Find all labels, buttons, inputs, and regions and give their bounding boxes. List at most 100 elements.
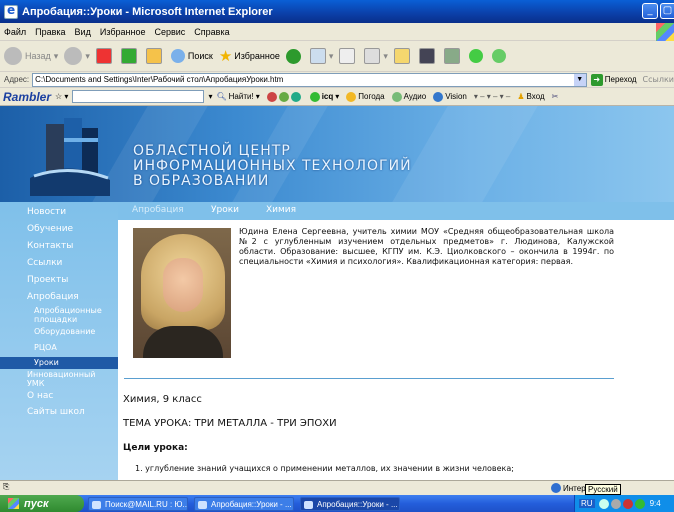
home-button[interactable]	[145, 48, 165, 64]
folder-button[interactable]	[393, 48, 413, 64]
standard-toolbar: Назад ▾ ▾ Поиск ★ Избранное ▾ ▾	[0, 41, 674, 72]
site-title-line: В ОБРАЗОВАНИИ	[133, 173, 270, 189]
breadcrumb-lessons[interactable]: Уроки	[211, 205, 239, 215]
menu-favorites[interactable]: Избранное	[100, 27, 146, 37]
edit-icon	[364, 48, 381, 64]
rambler-extras[interactable]: ▾ – ▾ – ▾ –	[474, 92, 511, 101]
media-button[interactable]	[285, 48, 304, 64]
sidebar-item-innovative-umk[interactable]: Инновационный УМК	[0, 370, 112, 388]
mail-icon	[309, 48, 326, 64]
icq-flower-button[interactable]	[468, 49, 486, 63]
audio-label: Аудио	[403, 92, 427, 101]
sidebar-item-approbation-sites[interactable]: Апробационные площадки	[0, 306, 112, 324]
antivirus-icon[interactable]	[622, 498, 633, 509]
start-button[interactable]: пуск	[0, 495, 84, 512]
user-icon: ♟	[517, 92, 525, 101]
messenger-icon	[418, 48, 435, 64]
sidebar-item-news[interactable]: Новости	[0, 207, 118, 217]
sidebar-item-school-sites[interactable]: Сайты школ	[0, 407, 118, 417]
teacher-photo	[133, 228, 231, 358]
vision-icon	[433, 91, 444, 102]
refresh-icon	[120, 48, 137, 64]
rambler-find-button[interactable]: 🔍︎ Найти! ▾	[216, 92, 259, 101]
site-title: ОБЛАСТНОЙ ЦЕНТР ИНФОРМАЦИОННЫХ ТЕХНОЛОГИ…	[133, 144, 412, 189]
leaf-icon	[278, 91, 289, 102]
lesson-topic: ТЕМА УРОКА: ТРИ МЕТАЛЛА - ТРИ ЭПОХИ	[123, 418, 337, 429]
rambler-search-input[interactable]	[72, 90, 205, 103]
audio-button[interactable]: Аудио	[391, 91, 427, 102]
media-icon	[285, 48, 301, 64]
refresh-button[interactable]	[120, 48, 140, 64]
chevron-down-icon[interactable]: ▼	[573, 73, 586, 86]
go-button[interactable]: ➜ Переход	[590, 73, 637, 86]
taskbar-item-ie-2[interactable]: Апробация::Уроки - ...	[300, 497, 400, 511]
sidebar-item-lessons[interactable]: Уроки	[0, 357, 118, 369]
back-button[interactable]: Назад ▾	[4, 47, 58, 65]
sidebar-item-rcoa[interactable]: РЦОА	[0, 343, 118, 352]
menu-edit[interactable]: Правка	[35, 27, 65, 37]
minimize-button[interactable]: _	[642, 3, 658, 19]
sidebar-item-about[interactable]: О нас	[0, 391, 118, 401]
breadcrumb-chemistry[interactable]: Химия	[266, 205, 296, 215]
weather-label: Погода	[358, 92, 385, 101]
favorites-button[interactable]: ★ Избранное	[219, 47, 280, 65]
star-icon[interactable]: ☆ ▾	[55, 92, 68, 101]
login-button[interactable]: ♟ Вход	[517, 92, 544, 101]
stop-button[interactable]	[95, 48, 115, 64]
back-arrow-icon	[4, 47, 22, 65]
tray-icon[interactable]	[598, 498, 609, 509]
print-button[interactable]	[339, 48, 358, 64]
menu-file[interactable]: Файл	[4, 27, 26, 37]
taskbar-item-ie-1[interactable]: Апробация::Уроки - ...	[194, 497, 294, 511]
sidebar-item-equipment[interactable]: Оборудование	[0, 327, 118, 336]
windows-logo-icon	[656, 23, 674, 41]
breadcrumb-approbation[interactable]: Апробация	[132, 205, 184, 215]
flower-icon	[468, 49, 483, 63]
messenger-button[interactable]	[418, 48, 438, 64]
sidebar-item-links[interactable]: Ссылки	[0, 258, 118, 268]
maximize-button[interactable]: ▢	[660, 3, 674, 19]
tray-icon[interactable]	[610, 498, 621, 509]
login-label: Вход	[526, 92, 545, 101]
go-arrow-icon: ➜	[590, 73, 603, 86]
taskbar-item-mail[interactable]: Поиск@MAIL.RU : Ю...	[88, 497, 188, 511]
tools-icon[interactable]: ✂	[552, 92, 559, 101]
weather-button[interactable]: Погода	[346, 91, 385, 102]
rambler-tools[interactable]	[266, 91, 303, 102]
system-tray: RU 9:4	[574, 495, 674, 512]
banner-beam	[392, 106, 538, 202]
sidebar-item-education[interactable]: Обучение	[0, 224, 118, 234]
photo-face	[163, 258, 203, 312]
star-icon: ★	[218, 48, 233, 65]
address-label: Адрес:	[4, 75, 30, 84]
chevron-down-icon: ▾	[383, 50, 388, 61]
chevron-down-icon[interactable]: ▾	[208, 92, 212, 101]
forward-button[interactable]: ▾	[64, 47, 90, 65]
tray-icon[interactable]	[634, 498, 645, 509]
find-label: Найти!	[228, 92, 254, 101]
search-button[interactable]: Поиск	[170, 49, 213, 63]
mail-button[interactable]: ▾	[309, 48, 333, 64]
language-indicator[interactable]: RU	[579, 499, 595, 508]
menu-view[interactable]: Вид	[75, 27, 91, 37]
sidebar-item-approbation[interactable]: Апробация	[0, 292, 118, 302]
menu-help[interactable]: Справка	[194, 27, 229, 37]
vision-button[interactable]: Vision	[433, 91, 467, 102]
chevron-down-icon: ▾	[335, 92, 340, 101]
clock[interactable]: 9:4	[650, 499, 661, 508]
rambler-logo[interactable]: Rambler	[3, 90, 51, 104]
icq-button[interactable]: icq ▾	[309, 91, 340, 102]
sidebar-item-projects[interactable]: Проекты	[0, 275, 118, 285]
address-input[interactable]: C:\Documents and Settings\Inter\Рабочий …	[32, 72, 587, 87]
center-logo-icon	[30, 118, 110, 196]
extra-button[interactable]	[491, 49, 509, 63]
sidebar-item-contacts[interactable]: Контакты	[0, 241, 118, 251]
title-bar[interactable]: Апробация::Уроки - Microsoft Internet Ex…	[0, 0, 674, 23]
research-button[interactable]	[443, 48, 463, 64]
edit-button[interactable]: ▾	[364, 48, 388, 64]
chevron-down-icon: ▾	[53, 50, 59, 61]
site-title-line: ИНФОРМАЦИОННЫХ ТЕХНОЛОГИЙ	[133, 158, 412, 174]
links-label[interactable]: Ссылки	[643, 75, 674, 84]
menu-tools[interactable]: Сервис	[154, 27, 185, 37]
site-sidebar: Новости Обучение Контакты Ссылки Проекты…	[0, 202, 118, 480]
